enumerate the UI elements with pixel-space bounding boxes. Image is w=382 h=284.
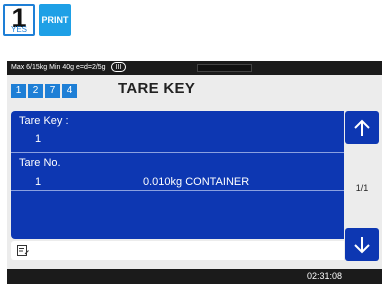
- tare-row-number: 1: [35, 176, 42, 188]
- tare-no-section: Tare No. 1 0.010kg CONTAINER: [11, 153, 348, 239]
- arrow-up-icon: [354, 119, 370, 136]
- tare-panel: Tare Key : 1 Tare No. 1 0.010kg CONTAINE…: [11, 111, 348, 239]
- tare-key-field[interactable]: Tare Key : 1: [11, 111, 348, 153]
- nav-column: 1/1: [344, 111, 380, 261]
- footer-bar: 02:31:08: [7, 269, 359, 284]
- print-key-badge: PRINT: [39, 4, 71, 36]
- yes-key-label: YES: [10, 25, 27, 34]
- edit-note-icon: [17, 245, 29, 256]
- tare-row-description: 0.010kg CONTAINER: [143, 176, 250, 188]
- breadcrumb-item[interactable]: 1: [11, 84, 26, 98]
- breadcrumb-item[interactable]: 7: [45, 84, 60, 98]
- status-bar: Max 6/15kg Min 40g e=d=2/5g III: [7, 61, 359, 75]
- tare-key-label: Tare Key :: [19, 115, 69, 127]
- scale-spec-text: Max 6/15kg Min 40g e=d=2/5g: [11, 64, 106, 71]
- page-indicator: 1/1: [355, 183, 369, 193]
- tare-row[interactable]: 1 0.010kg CONTAINER: [11, 173, 348, 191]
- clock: 02:31:08: [307, 271, 343, 281]
- device-screen: Max 6/15kg Min 40g e=d=2/5g III 1 2 7 4 …: [7, 61, 359, 284]
- scroll-up-button[interactable]: [345, 111, 379, 144]
- tare-key-value: 1: [35, 133, 42, 145]
- breadcrumb-item[interactable]: 2: [28, 84, 43, 98]
- input-field[interactable]: [11, 241, 348, 260]
- tare-no-label: Tare No.: [19, 157, 61, 169]
- accuracy-class-badge: III: [110, 62, 127, 73]
- page: 1 YES PRINT Max 6/15kg Min 40g e=d=2/5g …: [0, 0, 382, 284]
- scroll-down-button[interactable]: [345, 228, 379, 261]
- title-row: 1 2 7 4 TARE KEY: [7, 75, 359, 103]
- page-title: TARE KEY: [118, 80, 196, 97]
- yes-key-badge: 1 YES: [3, 3, 35, 36]
- breadcrumb-item[interactable]: 4: [62, 84, 77, 98]
- status-indicator-slot: [197, 64, 252, 72]
- arrow-down-icon: [354, 236, 370, 253]
